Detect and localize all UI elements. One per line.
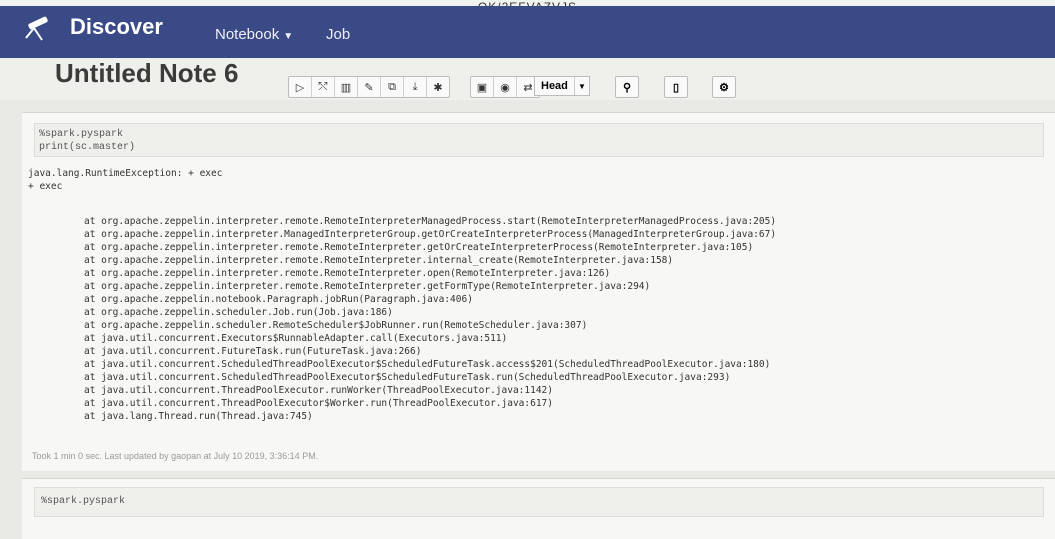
chevron-down-icon: ▼ — [574, 77, 589, 95]
paragraph-output: java.lang.RuntimeException: + exec + exe… — [28, 167, 1048, 423]
notebook-actions-toolbar: ▷ ⤲ ▥ ✎ ⧉ ⤓ ✱ — [288, 76, 450, 98]
eraser-icon: ✎ — [364, 81, 374, 94]
exception-line: + exec — [28, 181, 63, 192]
export-note-button[interactable]: ⤓ — [404, 77, 427, 97]
stack-trace-line: at org.apache.zeppelin.interpreter.remot… — [84, 281, 651, 292]
nav-notebook-menu[interactable]: Notebook ▼ — [215, 26, 293, 43]
nav-notebook-label: Notebook — [215, 26, 280, 43]
version-control-button[interactable]: ✱ — [427, 77, 449, 97]
collapse-icon: ⤲ — [318, 80, 328, 93]
stack-trace-line: at org.apache.zeppelin.scheduler.Job.run… — [84, 307, 393, 318]
stack-trace-line: at org.apache.zeppelin.interpreter.remot… — [84, 216, 777, 227]
search-button[interactable]: ⚲ — [615, 76, 639, 98]
stack-trace-line: at java.lang.Thread.run(Thread.java:745) — [84, 411, 313, 422]
toggle-code-button[interactable]: ⤲ — [312, 77, 335, 97]
code-line: %spark.pyspark — [39, 129, 124, 140]
notebook-title[interactable]: Untitled Note 6 — [55, 58, 238, 89]
caret-down-icon: ▼ — [283, 31, 294, 42]
code-line: %spark.pyspark — [41, 496, 126, 507]
code-editor[interactable]: %spark.pyspark print(sc.master) — [34, 123, 1044, 157]
stack-trace-line: at org.apache.zeppelin.notebook.Paragrap… — [84, 294, 473, 305]
commit-icon: ▣ — [476, 81, 488, 94]
paragraph-status: Took 1 min 0 sec. Last updated by gaopan… — [32, 451, 319, 461]
compare-icon: ⇄ — [523, 81, 533, 94]
stack-trace: at org.apache.zeppelin.interpreter.remot… — [28, 215, 1048, 423]
stack-trace-line: at java.util.concurrent.ThreadPoolExecut… — [84, 385, 553, 396]
search-icon: ⚲ — [622, 81, 632, 94]
stack-trace-line: at org.apache.zeppelin.interpreter.remot… — [84, 268, 611, 279]
exception-line: java.lang.RuntimeException: + exec — [28, 168, 223, 179]
delete-note-button[interactable]: ▯ — [664, 76, 688, 98]
stack-trace-line: at java.util.concurrent.ScheduledThreadP… — [84, 372, 731, 383]
brand-name[interactable]: Discover — [70, 14, 163, 40]
nav-job-label: Job — [326, 26, 351, 43]
trash-icon: ▯ — [672, 81, 680, 94]
code-editor[interactable]: %spark.pyspark — [34, 487, 1044, 517]
stack-trace-line: at org.apache.zeppelin.interpreter.remot… — [84, 255, 674, 266]
revision-button[interactable]: ◉ — [494, 77, 517, 97]
clone-note-button[interactable]: ⧉ — [381, 77, 404, 97]
top-navbar: Discover Notebook ▼ Job — [0, 6, 1055, 58]
toggle-output-button[interactable]: ▥ — [335, 77, 358, 97]
paragraph-1: %spark.pyspark print(sc.master) java.lan… — [22, 112, 1055, 471]
telescope-icon[interactable] — [20, 16, 54, 44]
stack-trace-line: at java.util.concurrent.ScheduledThreadP… — [84, 359, 771, 370]
nav-job-link[interactable]: Job — [326, 26, 350, 43]
head-label: Head — [541, 80, 568, 92]
export-icon: ⤓ — [412, 80, 418, 93]
code-line: print(sc.master) — [39, 142, 136, 153]
clear-output-button[interactable]: ✎ — [358, 77, 381, 97]
stack-trace-line: at java.util.concurrent.FutureTask.run(F… — [84, 346, 422, 357]
revision-icon: ◉ — [500, 81, 510, 94]
stack-trace-line: at org.apache.zeppelin.scheduler.RemoteS… — [84, 320, 588, 331]
revision-head-select[interactable]: Head ▼ — [534, 76, 590, 96]
stack-trace-line: at java.util.concurrent.ThreadPoolExecut… — [84, 398, 553, 409]
clone-icon: ⧉ — [388, 80, 396, 93]
note-settings-button[interactable]: ⚙ — [712, 76, 736, 98]
paragraph-2: %spark.pyspark — [22, 478, 1055, 539]
stack-trace-line: at org.apache.zeppelin.interpreter.Manag… — [84, 229, 777, 240]
book-icon: ▥ — [340, 81, 352, 94]
version-icon: ✱ — [433, 81, 443, 94]
revision-toolbar: ▣ ◉ ⇄ — [470, 76, 540, 98]
stack-trace-line: at java.util.concurrent.Executors$Runnab… — [84, 333, 508, 344]
notebook-header: Untitled Note 6 ▷ ⤲ ▥ ✎ ⧉ ⤓ ✱ ▣ ◉ ⇄ Head… — [0, 58, 1055, 100]
commit-button[interactable]: ▣ — [471, 77, 494, 97]
run-icon: ▷ — [295, 81, 305, 94]
gear-icon: ⚙ — [719, 81, 729, 94]
run-all-button[interactable]: ▷ — [289, 77, 312, 97]
stack-trace-line: at org.apache.zeppelin.interpreter.remot… — [84, 242, 754, 253]
